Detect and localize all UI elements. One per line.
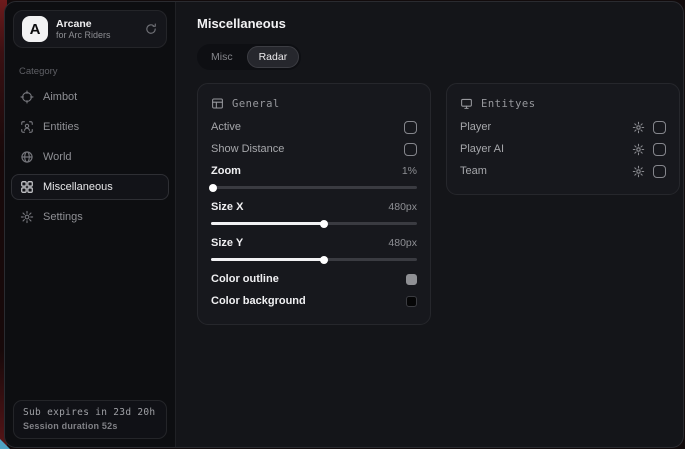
app-subtitle: for Arc Riders <box>56 30 136 40</box>
slider-value: 480px <box>388 237 417 249</box>
entity-controls <box>632 121 666 134</box>
sidebar-item-label: Aimbot <box>43 91 77 103</box>
gear-icon[interactable] <box>632 143 645 156</box>
app-title: Arcane <box>56 18 136 30</box>
slider[interactable] <box>211 183 417 192</box>
entity-label: Player AI <box>460 143 504 155</box>
setting-label: Color background <box>211 295 306 307</box>
sidebar-item-label: World <box>43 151 72 163</box>
sidebar: A Arcane for Arc Riders Category Aimbot E… <box>5 2 176 447</box>
entity-label: Team <box>460 165 487 177</box>
sidebar-item-aimbot[interactable]: Aimbot <box>11 84 169 110</box>
sidebar-spacer <box>5 230 175 392</box>
slider-thumb[interactable] <box>209 184 217 192</box>
checkbox[interactable] <box>653 121 666 134</box>
panel-general-header: General <box>211 97 417 110</box>
sidebar-item-settings[interactable]: Settings <box>11 204 169 230</box>
entities-icon <box>20 120 34 134</box>
setting-label: Color outline <box>211 273 279 285</box>
panel-general: General Active Show Distance Zoom 1% Size X 4… <box>197 83 431 325</box>
tab-bar: MiscRadar <box>197 44 301 70</box>
setting-label: Active <box>211 121 241 133</box>
entity-controls <box>632 165 666 178</box>
panel-general-title: General <box>232 98 280 110</box>
sidebar-item-entities[interactable]: Entities <box>11 114 169 140</box>
setting-row-size-y: Size Y 480px <box>211 232 417 254</box>
slider-track[interactable] <box>211 186 417 189</box>
panel-entities-header: Entityes <box>460 97 666 110</box>
sidebar-item-world[interactable]: World <box>11 144 169 170</box>
panels-row: General Active Show Distance Zoom 1% Size X 4… <box>197 83 680 325</box>
entity-row-team: Team <box>460 160 666 182</box>
slider-value: 1% <box>402 165 417 177</box>
color-swatch[interactable] <box>406 274 417 285</box>
slider[interactable] <box>211 255 417 264</box>
setting-label: Show Distance <box>211 143 284 155</box>
setting-label: Zoom <box>211 165 241 177</box>
cursor-artifact <box>0 439 10 449</box>
checkbox[interactable] <box>404 121 417 134</box>
gear-icon[interactable] <box>632 121 645 134</box>
brand-card: A Arcane for Arc Riders <box>13 10 167 48</box>
sidebar-item-miscellaneous[interactable]: Miscellaneous <box>11 174 169 200</box>
panel-entities-title: Entityes <box>481 98 536 110</box>
setting-row-color-outline: Color outline <box>211 268 417 290</box>
slider-fill <box>211 222 324 225</box>
sidebar-item-label: Entities <box>43 121 79 133</box>
tab-radar[interactable]: Radar <box>247 46 300 68</box>
gear-icon[interactable] <box>632 165 645 178</box>
slider-fill <box>211 258 324 261</box>
grid-icon <box>20 180 34 194</box>
category-label: Category <box>19 66 161 77</box>
panel-entities-rows: Player Player AI Team <box>460 116 666 182</box>
sub-expiry-text: Sub expires in 23d 20h <box>23 407 157 418</box>
setting-row-zoom: Zoom 1% <box>211 160 417 182</box>
main-content: Miscellaneous MiscRadar General Active Sh… <box>176 2 684 447</box>
sidebar-item-label: Settings <box>43 211 83 223</box>
slider-thumb[interactable] <box>320 220 328 228</box>
entity-row-player: Player <box>460 116 666 138</box>
setting-row-show-distance: Show Distance <box>211 138 417 160</box>
setting-label: Size Y <box>211 237 243 249</box>
color-swatch[interactable] <box>406 296 417 307</box>
brand-text: Arcane for Arc Riders <box>56 18 136 40</box>
slider-value: 480px <box>388 201 417 213</box>
slider-thumb[interactable] <box>320 256 328 264</box>
sync-icon[interactable] <box>144 22 158 36</box>
setting-row-size-x: Size X 480px <box>211 196 417 218</box>
monitor-icon <box>460 97 473 110</box>
entity-label: Player <box>460 121 491 133</box>
app-window: A Arcane for Arc Riders Category Aimbot E… <box>4 1 684 448</box>
app-logo: A <box>22 16 48 42</box>
crosshair-icon <box>20 90 34 104</box>
layout-icon <box>211 97 224 110</box>
entity-controls <box>632 143 666 156</box>
sidebar-item-label: Miscellaneous <box>43 181 113 193</box>
panel-entities: Entityes Player Player AI Team <box>446 83 680 195</box>
subscription-box: Sub expires in 23d 20h Session duration … <box>13 400 167 439</box>
slider[interactable] <box>211 219 417 228</box>
checkbox[interactable] <box>404 143 417 156</box>
checkbox[interactable] <box>653 165 666 178</box>
session-duration-text: Session duration 52s <box>23 421 157 431</box>
tab-misc[interactable]: Misc <box>199 46 245 68</box>
setting-label: Size X <box>211 201 243 213</box>
setting-row-color-background: Color background <box>211 290 417 312</box>
globe-icon <box>20 150 34 164</box>
entity-row-player-ai: Player AI <box>460 138 666 160</box>
checkbox[interactable] <box>653 143 666 156</box>
page-title: Miscellaneous <box>197 16 680 31</box>
setting-row-active: Active <box>211 116 417 138</box>
sidebar-nav: Aimbot Entities World Miscellaneous Settings <box>5 84 175 230</box>
gear-icon <box>20 210 34 224</box>
panel-general-rows: ActiveShow DistanceZoom1%Size X480pxSize… <box>211 116 417 312</box>
